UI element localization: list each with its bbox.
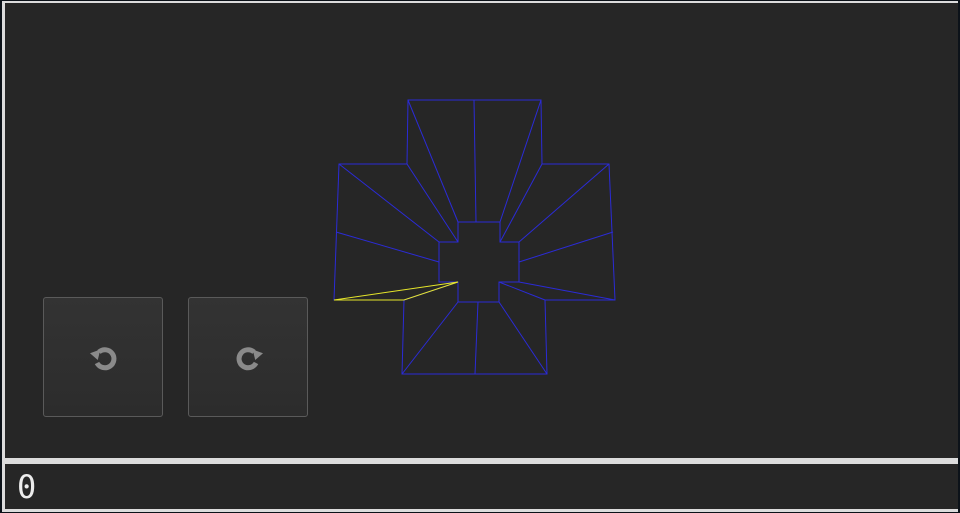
segment-line [474,301,479,375]
rotate-left-button[interactable] [43,297,163,417]
score-value: 0 [17,468,38,506]
segment-line [498,281,546,301]
game-frame: 0 [2,1,958,512]
player-segment-highlight [333,281,459,301]
segment-line [518,163,610,243]
segment-line [338,163,440,243]
score-bar: 0 [5,464,958,509]
segment-line [335,231,440,263]
segment-line [498,301,548,375]
segment-line [473,99,477,223]
playfield[interactable] [5,3,958,458]
rotate-right-button[interactable] [188,297,308,417]
board-inner-outline [438,221,520,303]
rotate-counterclockwise-icon [89,347,117,371]
segment-line [518,231,614,263]
rotate-clockwise-icon [236,347,264,371]
segment-line [518,281,616,301]
segment-line [401,301,459,375]
